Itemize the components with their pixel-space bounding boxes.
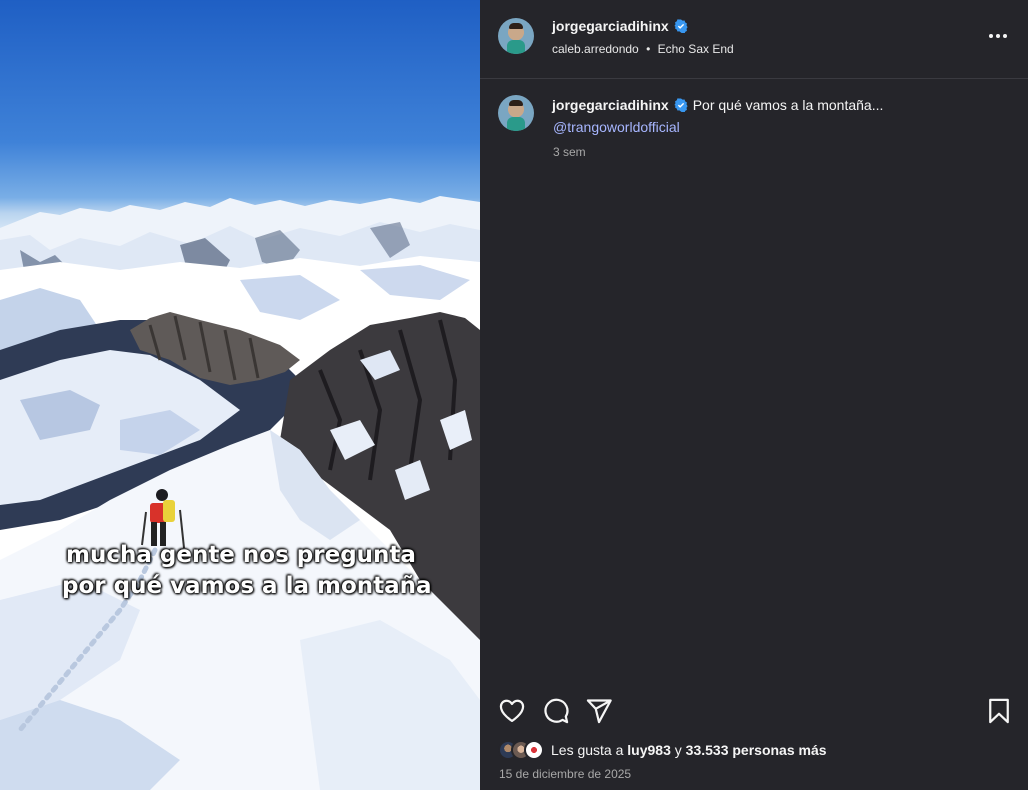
caption-author-link[interactable]: jorgegarciadihinx xyxy=(552,97,669,113)
post-header-author: jorgegarciadihinx xyxy=(552,18,688,34)
more-options-icon[interactable] xyxy=(988,28,1008,44)
video-subtitle: mucha gente nos pregunta por qué vamos a… xyxy=(0,540,480,602)
post-age: 3 sem xyxy=(553,145,586,159)
header-divider xyxy=(480,78,1028,79)
author-username-link[interactable]: jorgegarciadihinx xyxy=(552,18,669,34)
caption-author-avatar[interactable] xyxy=(498,95,534,131)
likes-count-link[interactable]: 33.533 personas más xyxy=(686,742,827,758)
audio-link[interactable]: Echo Sax End xyxy=(658,42,734,56)
liker-avatar xyxy=(524,740,544,760)
likes-prefix: Les gusta a xyxy=(551,742,628,758)
caption-mention-link[interactable]: @trangoworldofficial xyxy=(553,119,680,135)
verified-badge-icon xyxy=(674,98,688,112)
subline-separator: • xyxy=(646,42,651,56)
verified-badge-icon xyxy=(674,19,688,33)
post-date: 15 de diciembre de 2025 xyxy=(499,767,632,781)
likes-user-link[interactable]: luy983 xyxy=(627,742,671,758)
mountain-scene-image xyxy=(0,196,480,790)
collaborator-link[interactable]: caleb.arredondo xyxy=(552,42,639,56)
post-media[interactable]: mucha gente nos pregunta por qué vamos a… xyxy=(0,0,480,790)
post-actions-bar xyxy=(498,697,1013,725)
bookmark-icon[interactable] xyxy=(985,697,1013,725)
likes-middle: y xyxy=(670,742,686,758)
author-avatar[interactable] xyxy=(498,18,534,54)
share-icon[interactable] xyxy=(585,697,613,725)
likes-text: Les gusta a luy983 y 33.533 personas más xyxy=(551,742,827,758)
subtitle-line-1: mucha gente nos pregunta xyxy=(66,542,416,568)
caption-text: Por qué vamos a la montaña... xyxy=(692,97,884,113)
caption-line: jorgegarciadihinx Por qué vamos a la mon… xyxy=(552,97,883,113)
subtitle-line-2: por qué vamos a la montaña xyxy=(62,573,432,599)
heart-icon[interactable] xyxy=(498,697,526,725)
likes-summary[interactable]: Les gusta a luy983 y 33.533 personas más xyxy=(498,740,827,760)
comment-icon[interactable] xyxy=(542,697,570,725)
post-header-subline: caleb.arredondo • Echo Sax End xyxy=(552,42,734,56)
post-details-panel: jorgegarciadihinx caleb.arredondo • Echo… xyxy=(480,0,1028,790)
